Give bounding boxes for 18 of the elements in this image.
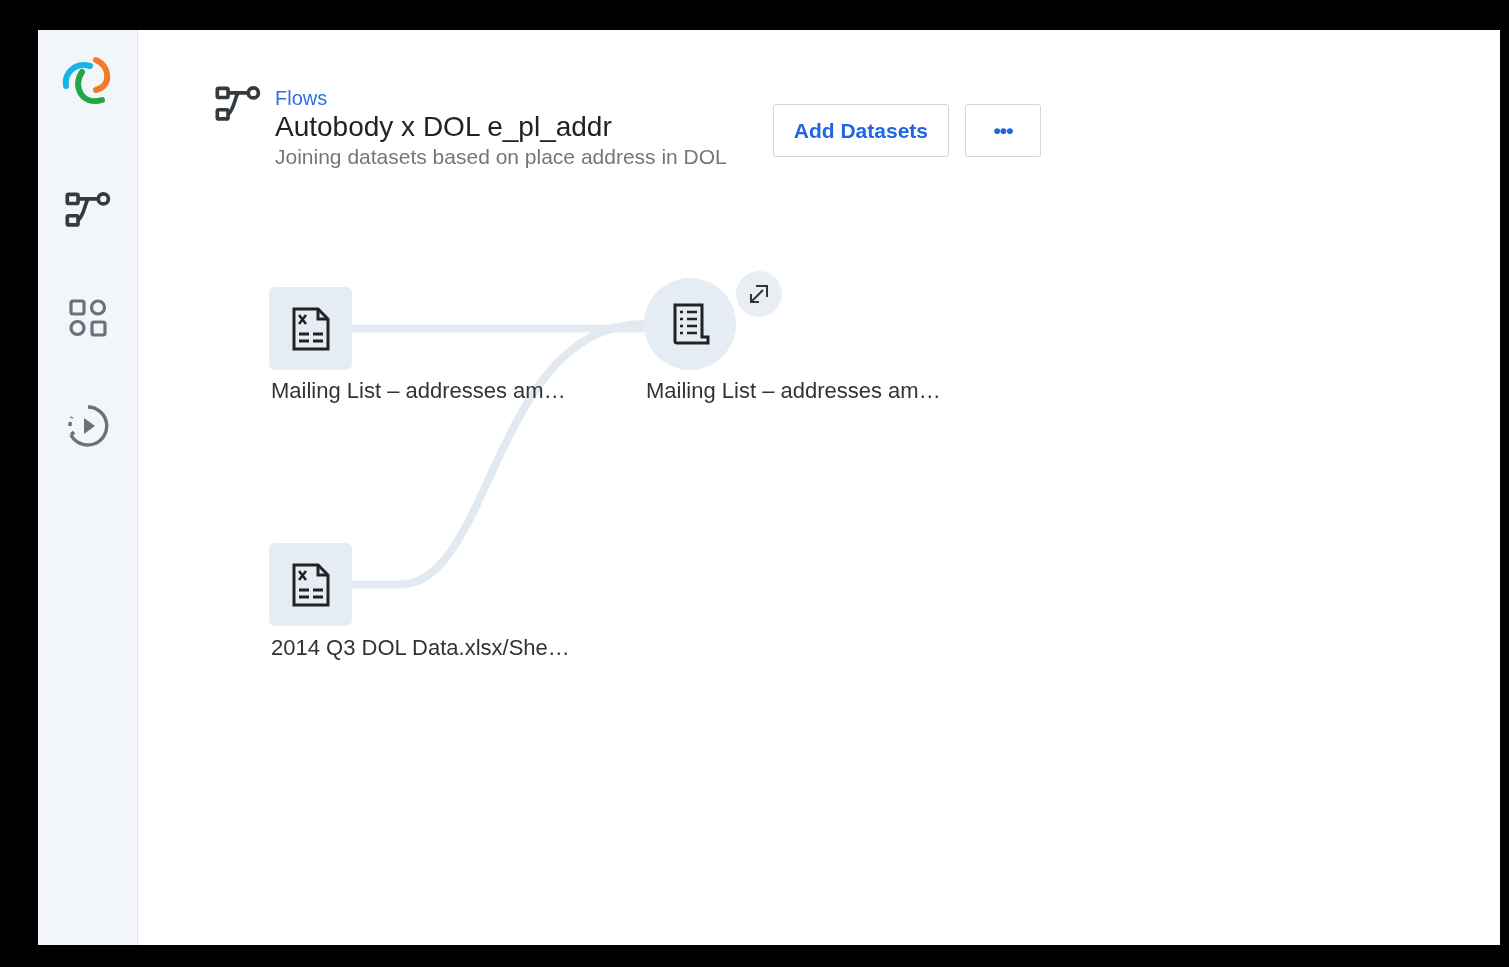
flow-icon [215, 86, 261, 123]
flow-description: Joining datasets based on place address in DOL [275, 144, 727, 170]
play-icon [65, 404, 110, 448]
expand-icon [748, 283, 770, 305]
more-button[interactable]: ••• [965, 104, 1041, 157]
expand-button[interactable] [736, 271, 782, 317]
node-label: Mailing List – addresses am… [646, 378, 941, 404]
dataset-node[interactable] [269, 543, 352, 626]
breadcrumb-link[interactable]: Flows [275, 86, 328, 110]
flow-title: Autobody x DOL e_pl_addr [275, 110, 613, 144]
add-datasets-button[interactable]: Add Datasets [772, 104, 949, 157]
node-label: Mailing List – addresses am… [271, 378, 566, 404]
dataset-node[interactable] [269, 287, 352, 370]
grid-icon [67, 298, 108, 338]
spreadsheet-icon [291, 562, 330, 607]
spreadsheet-icon [291, 306, 330, 351]
flow-icon [64, 191, 111, 229]
node-label: 2014 Q3 DOL Data.xlsx/She… [271, 635, 570, 661]
